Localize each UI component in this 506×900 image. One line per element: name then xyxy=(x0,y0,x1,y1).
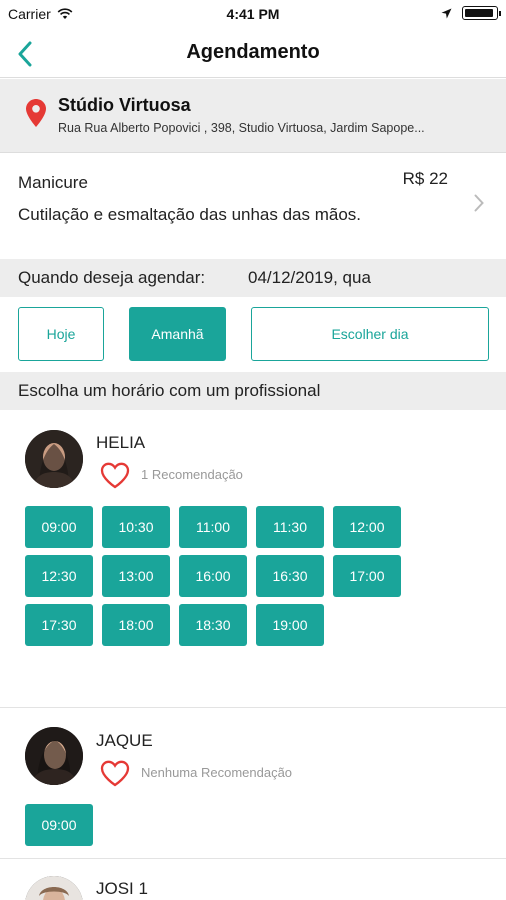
time-slot-button[interactable]: 17:00 xyxy=(333,555,401,597)
clock: 4:41 PM xyxy=(226,6,280,22)
person-photo-icon xyxy=(25,430,83,488)
page-title: Agendamento xyxy=(186,41,320,63)
time-slot-button[interactable]: 18:30 xyxy=(179,604,247,646)
time-slot-button[interactable]: 09:00 xyxy=(25,506,93,548)
schedule-date: 04/12/2019, qua xyxy=(248,268,371,287)
person-photo-icon xyxy=(25,727,83,785)
location-pin-icon xyxy=(26,99,46,127)
time-slot-button[interactable]: 19:00 xyxy=(256,604,324,646)
studio-info: Stúdio Virtuosa Rua Rua Alberto Popovici… xyxy=(0,79,506,153)
time-slot-button[interactable]: 10:30 xyxy=(102,506,170,548)
service-row[interactable]: Manicure R$ 22 Cutilação e esmaltação da… xyxy=(0,153,506,259)
time-slot-button[interactable]: 17:30 xyxy=(25,604,93,646)
navigation-bar: Agendamento xyxy=(0,30,506,78)
choose-professional-header: Escolha um horário com um profissional xyxy=(0,372,506,410)
service-price: R$ 22 xyxy=(402,169,448,188)
battery-icon xyxy=(462,6,501,20)
professional-name: JOSI 1 xyxy=(96,879,148,898)
tomorrow-button[interactable]: Amanhã xyxy=(129,307,226,361)
divider xyxy=(0,707,506,708)
time-slot-button[interactable]: 18:00 xyxy=(102,604,170,646)
studio-name: Stúdio Virtuosa xyxy=(58,95,191,115)
professional-name: JAQUE xyxy=(96,731,153,750)
heart-icon[interactable] xyxy=(100,760,130,787)
time-slot-button[interactable]: 13:00 xyxy=(102,555,170,597)
service-name: Manicure xyxy=(18,173,88,192)
choose-day-button[interactable]: Escolher dia xyxy=(251,307,489,361)
service-description: Cutilação e esmaltação das unhas das mão… xyxy=(18,205,362,224)
schedule-label: Quando deseja agendar: xyxy=(18,268,206,287)
schedule-date-bar: Quando deseja agendar: 04/12/2019, qua xyxy=(0,259,506,297)
status-bar: Carrier 4:41 PM xyxy=(0,0,506,30)
choose-professional-label: Escolha um horário com um profissional xyxy=(18,381,321,400)
avatar xyxy=(25,876,83,900)
time-slot-button[interactable]: 11:30 xyxy=(256,506,324,548)
person-photo-icon xyxy=(25,876,83,900)
divider xyxy=(0,858,506,859)
recommendation-count: 1 Recomendação xyxy=(141,467,243,482)
time-slot-button[interactable]: 09:00 xyxy=(25,804,93,846)
heart-icon[interactable] xyxy=(100,462,130,489)
avatar xyxy=(25,430,83,488)
time-slot-button[interactable]: 16:30 xyxy=(256,555,324,597)
time-slot-button[interactable]: 12:30 xyxy=(25,555,93,597)
location-arrow-icon xyxy=(441,8,452,18)
chevron-right-icon xyxy=(474,194,484,212)
avatar xyxy=(25,727,83,785)
today-button[interactable]: Hoje xyxy=(18,307,104,361)
studio-address: Rua Rua Alberto Popovici , 398, Studio V… xyxy=(58,121,425,135)
time-slot-button[interactable]: 16:00 xyxy=(179,555,247,597)
professional-name: HELIA xyxy=(96,433,146,452)
time-slot-button[interactable]: 12:00 xyxy=(333,506,401,548)
time-slot-button[interactable]: 11:00 xyxy=(179,506,247,548)
recommendation-count: Nenhuma Recomendação xyxy=(141,765,293,780)
